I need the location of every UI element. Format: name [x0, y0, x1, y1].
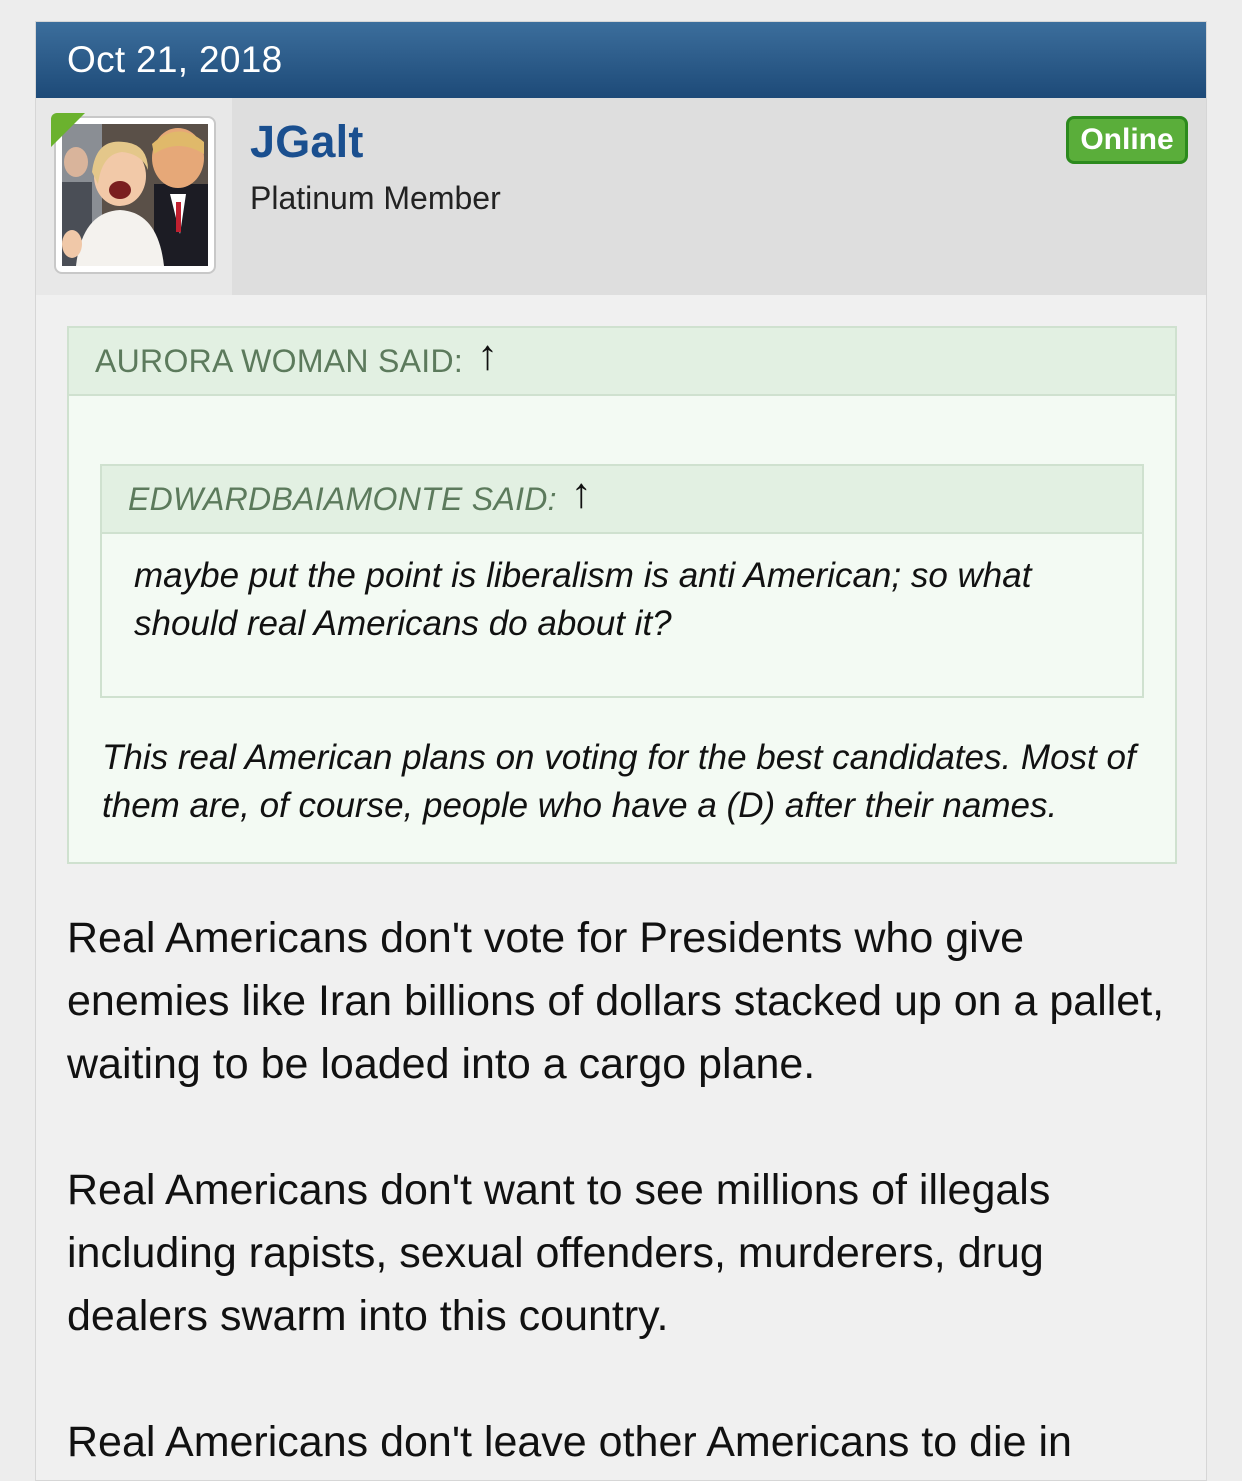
- jump-to-nested-quote-icon[interactable]: ↑: [571, 472, 592, 514]
- post-date[interactable]: Oct 21, 2018: [67, 39, 282, 81]
- avatar-cell: [36, 98, 232, 295]
- post-header: Oct 21, 2018: [36, 22, 1206, 98]
- nested-quote-author[interactable]: EDWARDBAIAMONTE SAID:: [128, 481, 557, 518]
- quote-text: This real American plans on voting for t…: [102, 738, 1136, 825]
- nested-quote-header: EDWARDBAIAMONTE SAID: ↑: [102, 466, 1142, 534]
- jump-to-quote-icon[interactable]: ↑: [477, 334, 498, 376]
- forum-post: Oct 21, 2018 JGalt Platinum Member Onlin…: [35, 21, 1207, 1481]
- nested-quote-block: EDWARDBAIAMONTE SAID: ↑ maybe put the po…: [100, 464, 1144, 698]
- quote-header: AURORA WOMAN SAID: ↑: [69, 328, 1175, 396]
- quote-block: AURORA WOMAN SAID: ↑ EDWARDBAIAMONTE SAI…: [67, 326, 1177, 864]
- online-status-badge: Online: [1066, 116, 1188, 164]
- post-paragraph: Real Americans don't vote for Presidents…: [67, 914, 1165, 1088]
- username-link[interactable]: JGalt: [250, 116, 364, 168]
- online-indicator-icon: [51, 113, 85, 147]
- user-title: Platinum Member: [250, 180, 501, 216]
- quote-author[interactable]: AURORA WOMAN SAID:: [95, 343, 463, 380]
- post-paragraph: Real Americans don't want to see million…: [67, 1166, 1051, 1340]
- user-info-bar: JGalt Platinum Member Online: [36, 98, 1206, 295]
- nested-quote-text: maybe put the point is liberalism is ant…: [134, 556, 1032, 643]
- post-paragraph: Real Americans don't leave other America…: [67, 1418, 1072, 1466]
